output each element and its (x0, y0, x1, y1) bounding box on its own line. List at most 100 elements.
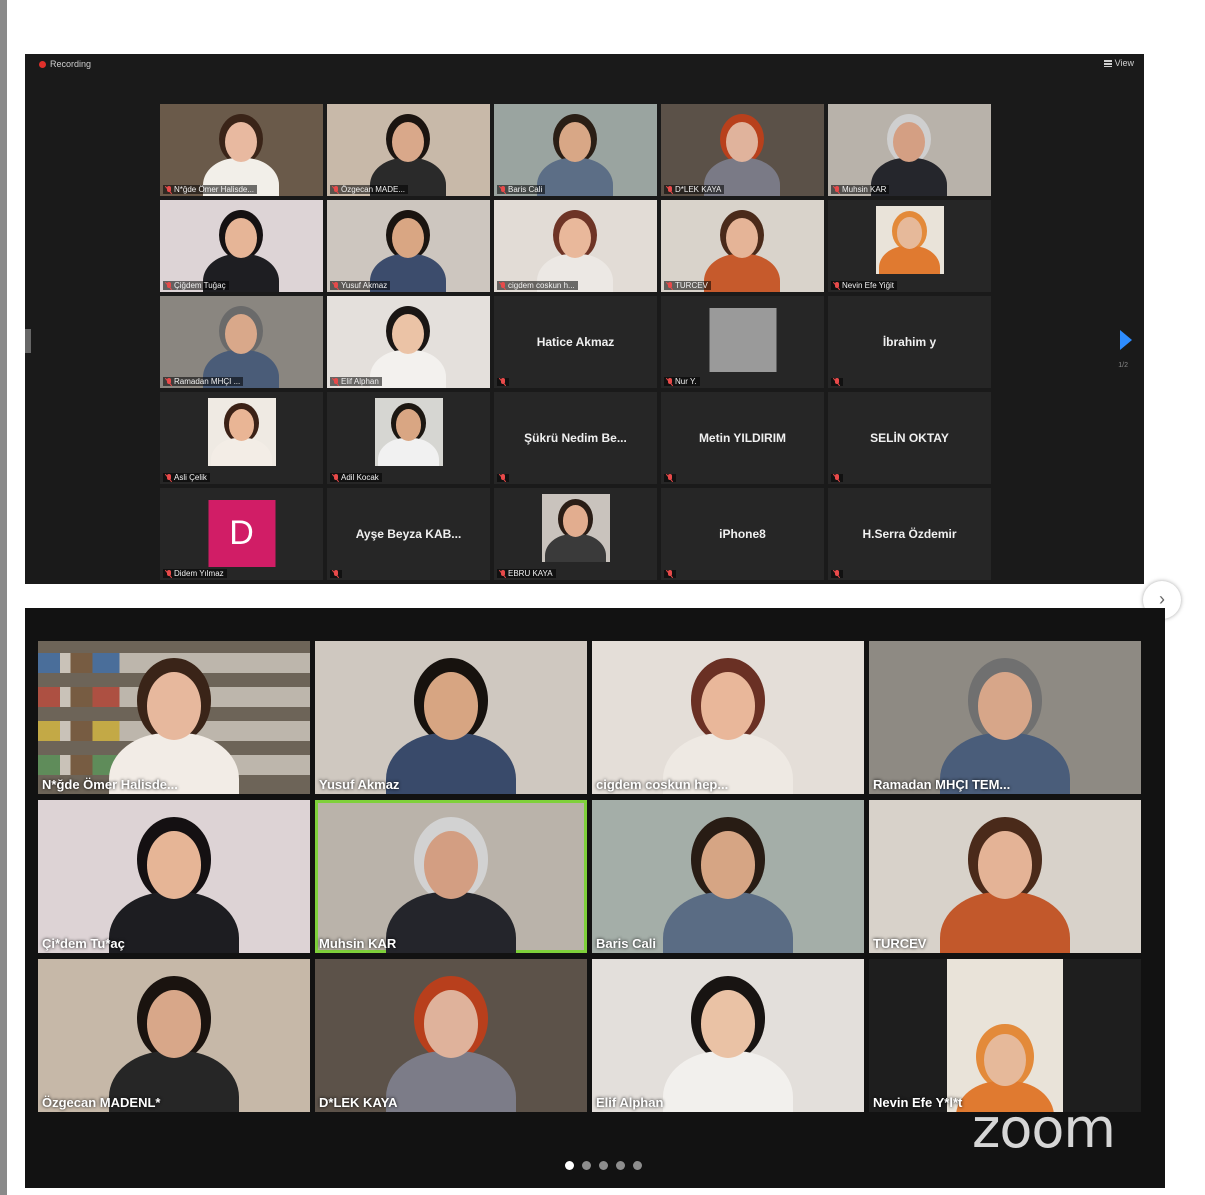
participant-tile[interactable]: H.Serra Özdemir (828, 488, 991, 580)
participant-name: D*LEK KAYA (675, 185, 722, 194)
participant-tile[interactable]: Ramadan MHÇI TEM... (869, 641, 1141, 794)
recording-indicator: Recording (39, 59, 91, 69)
participant-tile[interactable]: N*ğde Ömer Halisde... (38, 641, 310, 794)
participant-tile[interactable]: Özgecan MADENL* (38, 959, 310, 1112)
participant-body (879, 246, 940, 274)
participant-tile[interactable]: Yusuf Akmaz (327, 200, 490, 292)
participant-center-name: iPhone8 (719, 527, 766, 541)
previous-page-arrow-icon[interactable] (25, 329, 31, 353)
participant-face (726, 122, 758, 162)
participant-name-tag: Çiğdem Tuğaç (163, 281, 229, 290)
participant-photo (947, 959, 1063, 1112)
left-border (0, 0, 7, 1195)
recording-label: Recording (50, 59, 92, 69)
carousel-dot[interactable] (565, 1161, 574, 1170)
participant-center-name: Metin YILDIRIM (698, 431, 787, 445)
participant-tile[interactable]: Hatice Akmaz (494, 296, 657, 388)
participant-tile[interactable]: Baris Cali (494, 104, 657, 196)
participant-tile[interactable]: D*LEK KAYA (661, 104, 824, 196)
participant-tile[interactable]: SELİN OKTAY (828, 392, 991, 484)
muted-mic-icon (333, 473, 339, 482)
muted-mic-icon (667, 281, 673, 290)
muted-mic-icon (834, 378, 840, 386)
carousel-dot[interactable] (582, 1161, 591, 1170)
participant-tile[interactable]: Çiğdem Tuğaç (160, 200, 323, 292)
participant-name: N*ğde Ömer Halisde... (42, 777, 178, 792)
next-page-arrow-icon[interactable] (1120, 330, 1132, 350)
participant-name: TURCEV (675, 281, 708, 290)
participant-face (700, 830, 756, 899)
participant-tile[interactable]: TURCEV (869, 800, 1141, 953)
participant-name: cigdem coskun h... (508, 281, 575, 290)
participant-video (327, 104, 490, 196)
participant-tile[interactable]: Muhsin KAR (315, 800, 587, 953)
participant-name-tag: Nur Y. (664, 377, 700, 386)
participant-name: D*LEK KAYA (319, 1095, 398, 1110)
participant-tile[interactable]: Yusuf Akmaz (315, 641, 587, 794)
participant-tile[interactable]: Ayşe Beyza KAB... (327, 488, 490, 580)
participant-face (700, 671, 756, 740)
carousel-dot[interactable] (616, 1161, 625, 1170)
participant-name-tag (497, 474, 509, 482)
participant-center-name: SELİN OKTAY (870, 431, 949, 445)
participant-face (977, 830, 1033, 899)
participant-tile[interactable]: Ramadan MHÇI ... (160, 296, 323, 388)
participant-tile[interactable]: Metin YILDIRIM (661, 392, 824, 484)
gallery-grid: N*ğde Ömer Halisde... Özgecan MADE... Bari… (160, 104, 991, 580)
participant-tile[interactable]: Adil Kocak (327, 392, 490, 484)
participant-photo-placeholder (709, 308, 776, 372)
view-button[interactable]: View (1103, 58, 1134, 68)
participant-tile[interactable]: Nur Y. (661, 296, 824, 388)
participant-tile[interactable]: İbrahim y (828, 296, 991, 388)
participant-tile[interactable]: Muhsin KAR (828, 104, 991, 196)
participant-tile[interactable]: Nevin Efe Yiğit (828, 200, 991, 292)
participant-video (828, 104, 991, 196)
participant-name-tag (330, 570, 342, 578)
participant-body (378, 438, 439, 466)
participant-video (661, 200, 824, 292)
participant-name: Baris Cali (596, 936, 656, 951)
zoom-logo: zoom (971, 1097, 1116, 1160)
participant-video (160, 200, 323, 292)
participant-tile[interactable]: Nevin Efe Y*l*t (869, 959, 1141, 1112)
participant-face (893, 122, 925, 162)
participant-name: Çiğdem Tuğaç (174, 281, 226, 290)
participant-tile[interactable]: Çi*dem Tu*aç (38, 800, 310, 953)
participant-photo (875, 206, 944, 274)
view-label: View (1114, 58, 1134, 68)
participant-tile[interactable]: iPhone8 (661, 488, 824, 580)
participant-tile[interactable]: Elif Alphan (592, 959, 864, 1112)
participant-tile[interactable]: TURCEV (661, 200, 824, 292)
muted-mic-icon (166, 185, 172, 194)
participant-name: cigdem coskun hep... (596, 777, 729, 792)
participant-tile[interactable]: N*ğde Ömer Halisde... (160, 104, 323, 196)
participant-name-tag (664, 570, 676, 578)
participant-face (977, 671, 1033, 740)
participant-name-tag: Asli Çelik (163, 473, 210, 482)
carousel-dot[interactable] (633, 1161, 642, 1170)
participant-name: Elif Alphan (341, 377, 379, 386)
top-meeting-screenshot: Recording View N*ğde Ömer Halisde... Özge… (25, 54, 1144, 584)
muted-mic-icon (333, 570, 339, 578)
participant-tile[interactable]: EBRU KAYA (494, 488, 657, 580)
muted-mic-icon (500, 569, 506, 578)
participant-video (661, 104, 824, 196)
participant-center-name: Hatice Akmaz (536, 335, 615, 349)
participant-face (225, 218, 257, 258)
participant-name: Ramadan MHÇI TEM... (873, 777, 1011, 792)
muted-mic-icon (166, 377, 172, 386)
participant-tile[interactable]: cigdem coskun h... (494, 200, 657, 292)
participant-tile[interactable]: Asli Çelik (160, 392, 323, 484)
participant-name-tag: Muhsin KAR (831, 185, 890, 194)
participant-tile[interactable]: Baris Cali (592, 800, 864, 953)
participant-tile[interactable]: cigdem coskun hep... (592, 641, 864, 794)
carousel-dots (565, 1161, 642, 1170)
participant-tile[interactable]: D*LEK KAYA (315, 959, 587, 1112)
carousel-dot[interactable] (599, 1161, 608, 1170)
participant-center-name: İbrahim y (882, 335, 937, 349)
participant-tile[interactable]: Özgecan MADE... (327, 104, 490, 196)
participant-tile[interactable]: D Didem Yılmaz (160, 488, 323, 580)
participant-tile[interactable]: Elif Alphan (327, 296, 490, 388)
participant-face (700, 989, 756, 1058)
participant-tile[interactable]: Şükrü Nedim Be... (494, 392, 657, 484)
